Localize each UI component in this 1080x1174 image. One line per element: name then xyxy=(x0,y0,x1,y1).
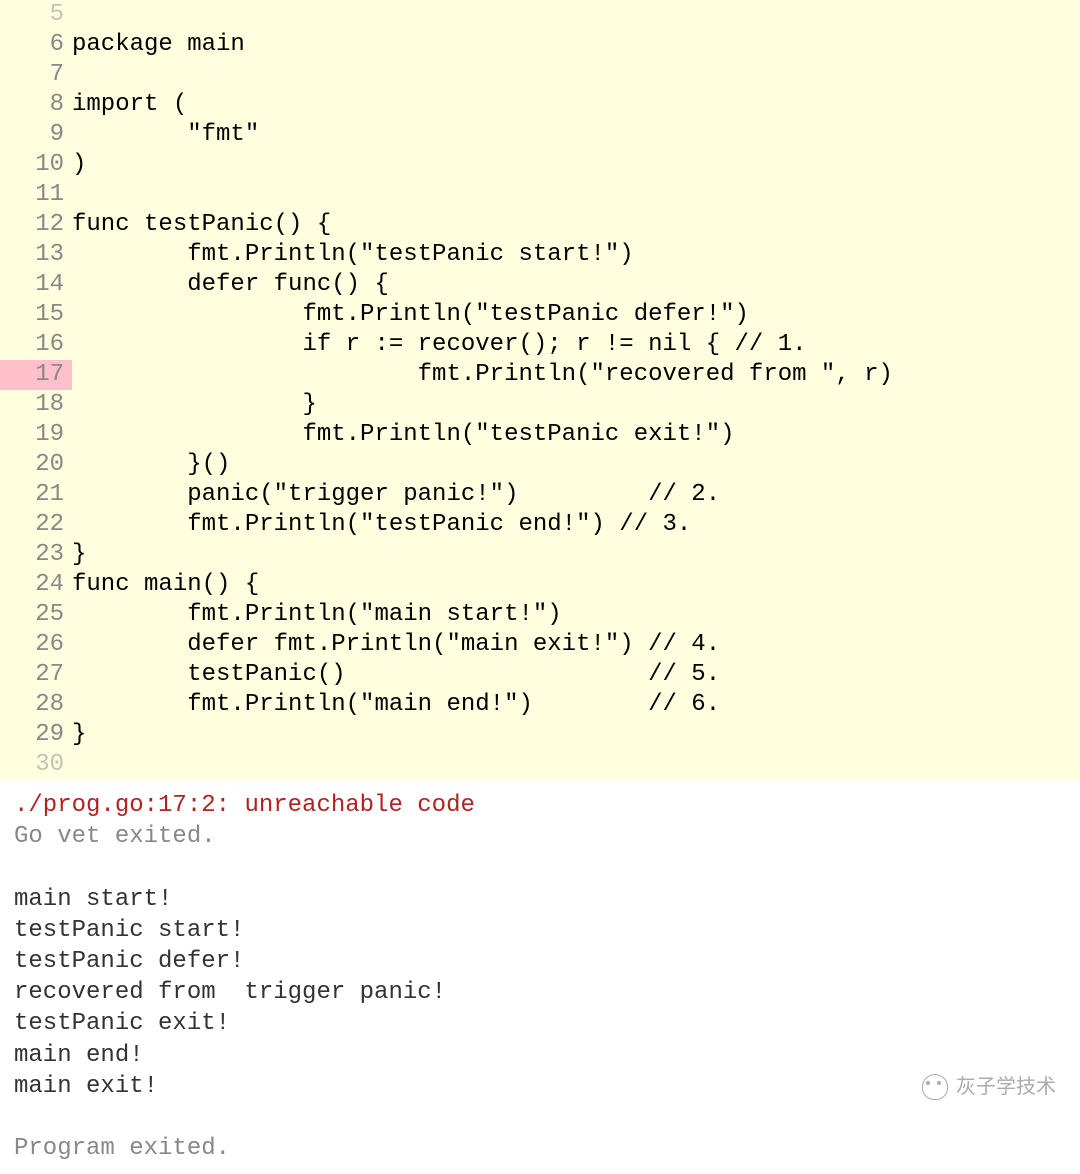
code-line: 26 defer fmt.Println("main exit!") // 4. xyxy=(0,630,1080,660)
code-line: 21 panic("trigger panic!") // 2. xyxy=(0,480,1080,510)
output-line: Program exited. xyxy=(14,1133,1066,1164)
code-line: 22 fmt.Println("testPanic end!") // 3. xyxy=(0,510,1080,540)
code-line: 25 fmt.Println("main start!") xyxy=(0,600,1080,630)
watermark-text: 灰子学技术 xyxy=(956,1075,1056,1100)
output-line: testPanic exit! xyxy=(14,1008,1066,1039)
code-line: 20 }() xyxy=(0,450,1080,480)
output-line: main exit! xyxy=(14,1071,1066,1102)
code-content: fmt.Println("recovered from ", r) xyxy=(72,360,893,390)
code-content: "fmt" xyxy=(72,120,259,150)
code-content: panic("trigger panic!") // 2. xyxy=(72,480,720,510)
code-line: 28 fmt.Println("main end!") // 6. xyxy=(0,690,1080,720)
line-number: 29 xyxy=(0,720,72,750)
line-number: 16 xyxy=(0,330,72,360)
line-number: 26 xyxy=(0,630,72,660)
line-number: 30 xyxy=(0,750,72,780)
code-line: 11 xyxy=(0,180,1080,210)
code-content: fmt.Println("testPanic exit!") xyxy=(72,420,735,450)
code-content: } xyxy=(72,540,86,570)
line-number: 13 xyxy=(0,240,72,270)
code-content: } xyxy=(72,720,86,750)
code-line: 13 fmt.Println("testPanic start!") xyxy=(0,240,1080,270)
code-content: fmt.Println("testPanic start!") xyxy=(72,240,634,270)
line-number: 25 xyxy=(0,600,72,630)
line-number: 28 xyxy=(0,690,72,720)
line-number: 19 xyxy=(0,420,72,450)
code-content: ) xyxy=(72,150,86,180)
code-editor: 56package main78import (9 "fmt"10)1112fu… xyxy=(0,0,1080,780)
code-line: 12func testPanic() { xyxy=(0,210,1080,240)
code-content: fmt.Println("main start!") xyxy=(72,600,562,630)
code-line: 6package main xyxy=(0,30,1080,60)
code-content: func main() { xyxy=(72,570,259,600)
code-line: 14 defer func() { xyxy=(0,270,1080,300)
output-line: Go vet exited. xyxy=(14,821,1066,852)
output-line: main end! xyxy=(14,1040,1066,1071)
output-line: testPanic start! xyxy=(14,915,1066,946)
code-line: 5 xyxy=(0,0,1080,30)
code-content: } xyxy=(72,390,317,420)
code-line: 19 fmt.Println("testPanic exit!") xyxy=(0,420,1080,450)
code-content: fmt.Println("main end!") // 6. xyxy=(72,690,720,720)
output-line: main start! xyxy=(14,884,1066,915)
line-number: 11 xyxy=(0,180,72,210)
code-line: 29} xyxy=(0,720,1080,750)
code-content: defer fmt.Println("main exit!") // 4. xyxy=(72,630,720,660)
code-line: 16 if r := recover(); r != nil { // 1. xyxy=(0,330,1080,360)
code-line: 23} xyxy=(0,540,1080,570)
code-line: 10) xyxy=(0,150,1080,180)
code-content: defer func() { xyxy=(72,270,389,300)
code-content: func testPanic() { xyxy=(72,210,331,240)
output-line xyxy=(14,852,1066,883)
code-line: 27 testPanic() // 5. xyxy=(0,660,1080,690)
watermark: 灰子学技术 xyxy=(922,1074,1056,1100)
output-line: testPanic defer! xyxy=(14,946,1066,977)
line-number: 23 xyxy=(0,540,72,570)
code-content: fmt.Println("testPanic defer!") xyxy=(72,300,749,330)
output-line: recovered from trigger panic! xyxy=(14,977,1066,1008)
code-line: 7 xyxy=(0,60,1080,90)
line-number: 21 xyxy=(0,480,72,510)
code-line: 30 xyxy=(0,750,1080,780)
line-number: 14 xyxy=(0,270,72,300)
line-number: 17 xyxy=(0,360,72,390)
code-line: 8import ( xyxy=(0,90,1080,120)
code-content: package main xyxy=(72,30,245,60)
code-content: fmt.Println("testPanic end!") // 3. xyxy=(72,510,691,540)
line-number: 5 xyxy=(0,0,72,30)
code-content: if r := recover(); r != nil { // 1. xyxy=(72,330,807,360)
line-number: 22 xyxy=(0,510,72,540)
line-number: 7 xyxy=(0,60,72,90)
line-number: 24 xyxy=(0,570,72,600)
line-number: 12 xyxy=(0,210,72,240)
line-number: 10 xyxy=(0,150,72,180)
line-number: 6 xyxy=(0,30,72,60)
output-line xyxy=(14,1102,1066,1133)
code-line: 9 "fmt" xyxy=(0,120,1080,150)
line-number: 9 xyxy=(0,120,72,150)
output-panel: ./prog.go:17:2: unreachable codeGo vet e… xyxy=(0,780,1080,1174)
code-content: testPanic() // 5. xyxy=(72,660,720,690)
line-number: 15 xyxy=(0,300,72,330)
code-content: }() xyxy=(72,450,230,480)
code-line: 24func main() { xyxy=(0,570,1080,600)
code-line: 15 fmt.Println("testPanic defer!") xyxy=(0,300,1080,330)
line-number: 27 xyxy=(0,660,72,690)
line-number: 20 xyxy=(0,450,72,480)
code-line: 17 fmt.Println("recovered from ", r) xyxy=(0,360,1080,390)
output-line: ./prog.go:17:2: unreachable code xyxy=(14,790,1066,821)
wechat-icon xyxy=(922,1074,948,1100)
code-line: 18 } xyxy=(0,390,1080,420)
code-content: import ( xyxy=(72,90,187,120)
line-number: 8 xyxy=(0,90,72,120)
line-number: 18 xyxy=(0,390,72,420)
